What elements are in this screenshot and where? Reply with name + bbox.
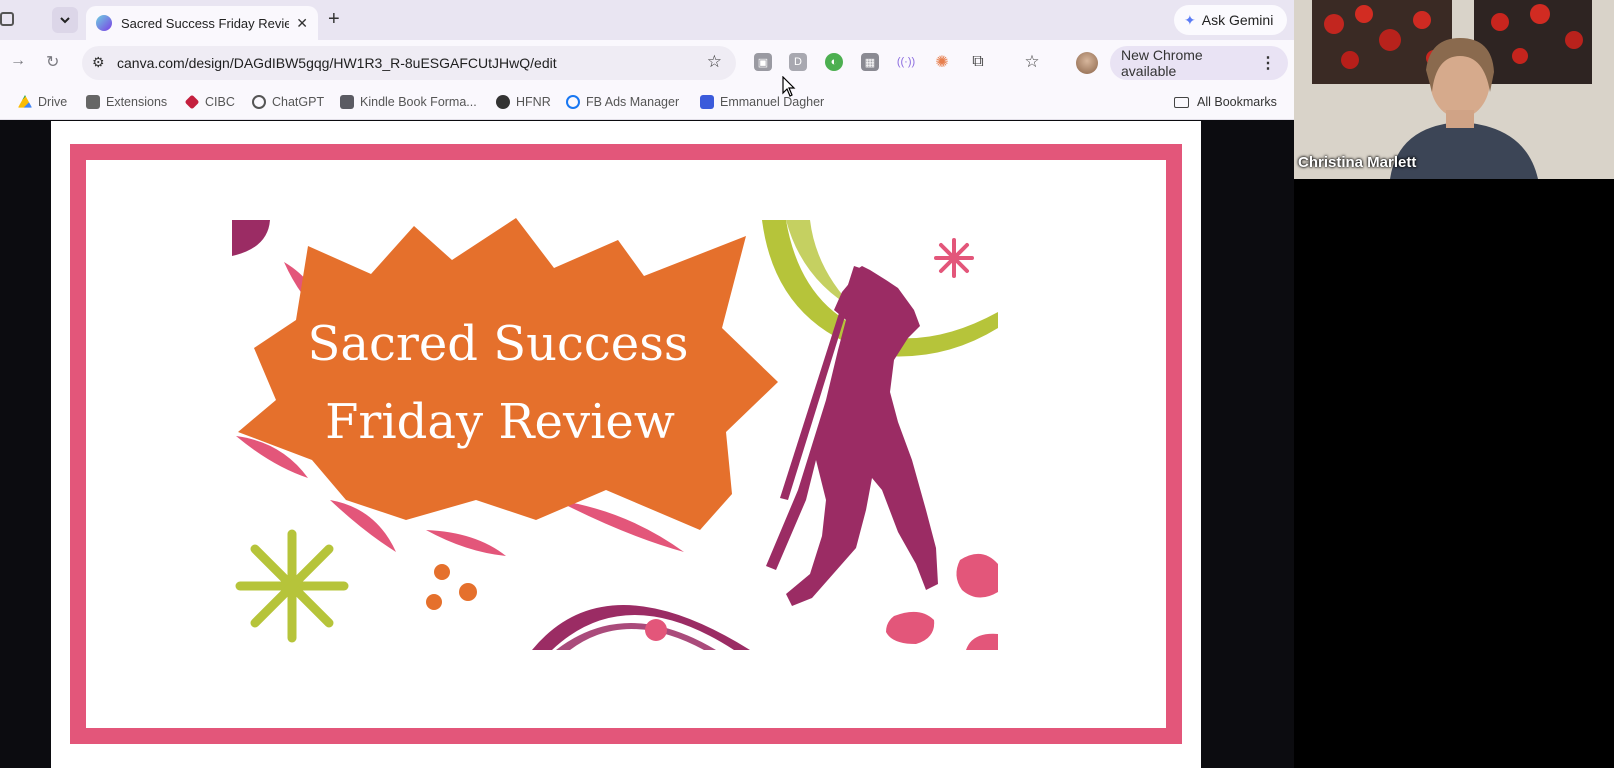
tab-close-icon[interactable]: ✕ xyxy=(296,15,308,32)
orange-burst-shape xyxy=(238,218,778,530)
forward-icon[interactable]: → xyxy=(10,52,26,70)
new-chrome-available-button[interactable]: New Chrome available ⋮ xyxy=(1110,46,1288,80)
browser-window: Sacred Success Friday Review ✕ + ✦ Ask G… xyxy=(0,0,1294,768)
bookmark-kindle[interactable]: Kindle Book Forma... xyxy=(340,95,477,109)
participant-name-label: Christina Marlett xyxy=(1298,154,1417,171)
pink-blob xyxy=(956,553,998,598)
tab-search-button[interactable] xyxy=(52,7,78,33)
ask-gemini-label: Ask Gemini xyxy=(1201,12,1274,28)
profile-avatar[interactable] xyxy=(1076,52,1098,74)
globe-icon xyxy=(496,95,510,109)
extension-compass-icon[interactable]: ◐ xyxy=(825,53,843,71)
drive-icon xyxy=(18,95,32,108)
all-bookmarks-label: All Bookmarks xyxy=(1197,95,1277,109)
new-chrome-label: New Chrome available xyxy=(1121,47,1203,79)
bookmark-label: FB Ads Manager xyxy=(586,95,680,109)
slide-inner: Sacred Success Friday Review xyxy=(86,160,1166,728)
slide-artwork: Sacred Success Friday Review xyxy=(232,218,998,650)
pink-asterisk-icon xyxy=(934,238,974,278)
extensions-puzzle-icon[interactable]: ⧉ xyxy=(969,53,987,71)
window-icon[interactable] xyxy=(0,12,14,26)
pink-dot xyxy=(645,619,667,641)
bookmark-label: CIBC xyxy=(205,95,235,109)
orange-dot xyxy=(426,594,442,610)
bookmark-fb-ads[interactable]: FB Ads Manager xyxy=(566,95,679,109)
orange-dot xyxy=(459,583,477,601)
tab-strip: Sacred Success Friday Review ✕ + ✦ Ask G… xyxy=(0,0,1294,40)
bookmark-label: Kindle Book Forma... xyxy=(360,95,477,109)
participant-video[interactable] xyxy=(1294,0,1614,179)
slide-frame[interactable]: Sacred Success Friday Review xyxy=(70,144,1182,744)
meeting-sidebar xyxy=(1294,179,1614,768)
kajabi-icon xyxy=(700,95,714,109)
chatgpt-icon xyxy=(252,95,266,109)
slide-title-line1: Sacred Success xyxy=(308,316,689,372)
bookmark-chatgpt[interactable]: ChatGPT xyxy=(252,95,324,109)
bookmark-label: Drive xyxy=(38,95,68,109)
browser-toolbar: → ↻ ⚙ canva.com/design/DAGdIBW5gqg/HW1R3… xyxy=(0,40,1294,86)
site-settings-icon[interactable]: ⚙ xyxy=(92,54,105,71)
folder-icon xyxy=(1174,96,1189,108)
bookmark-emmanuel[interactable]: Emmanuel Dagher xyxy=(700,95,824,109)
video-feed xyxy=(1294,0,1614,179)
address-bar[interactable]: ⚙ canva.com/design/DAGdIBW5gqg/HW1R3_R-8… xyxy=(82,46,736,80)
magenta-corner-shape xyxy=(232,220,270,256)
bookmark-drive[interactable]: Drive xyxy=(18,95,67,109)
bookmark-hfnr[interactable]: HFNR xyxy=(496,95,551,109)
ask-gemini-button[interactable]: ✦ Ask Gemini xyxy=(1174,5,1288,35)
tab-title: Sacred Success Friday Review xyxy=(121,15,289,31)
more-options-icon[interactable]: ⋮ xyxy=(1260,53,1276,73)
new-tab-button[interactable]: + xyxy=(328,8,340,31)
extension-broadcast-icon[interactable]: ((·)) xyxy=(897,53,915,71)
pink-blob xyxy=(966,633,998,650)
bookmark-extensions[interactable]: Extensions xyxy=(86,95,167,109)
reload-icon[interactable]: ↻ xyxy=(46,52,59,72)
canva-favicon-icon xyxy=(96,15,112,31)
lime-asterisk-icon xyxy=(235,529,349,643)
bookmark-label: ChatGPT xyxy=(272,95,325,109)
extension-qr-icon[interactable]: ▦ xyxy=(861,53,879,71)
orange-dot xyxy=(434,564,450,580)
cibc-icon xyxy=(184,94,200,110)
reading-list-star-icon[interactable]: ☆ xyxy=(1023,52,1041,71)
bookmark-label: HFNR xyxy=(516,95,551,109)
extension-d-icon[interactable]: D xyxy=(789,53,807,71)
chevron-down-icon xyxy=(60,17,70,24)
all-bookmarks-button[interactable]: All Bookmarks xyxy=(1174,95,1277,109)
tab-canva[interactable]: Sacred Success Friday Review ✕ xyxy=(86,6,318,40)
bookmark-star-icon[interactable]: ☆ xyxy=(707,52,722,72)
kindle-icon xyxy=(340,95,354,109)
screen: Sacred Success Friday Review ✕ + ✦ Ask G… xyxy=(0,0,1614,768)
extension-sun-icon[interactable]: ✺ xyxy=(933,53,951,71)
extension-screenshot-icon[interactable]: ▣ xyxy=(754,53,772,71)
bookmark-label: Emmanuel Dagher xyxy=(720,95,825,109)
bookmark-label: Extensions xyxy=(106,95,168,109)
bookmarks-bar: Drive Extensions CIBC ChatGPT Kindle Boo… xyxy=(0,86,1294,120)
gemini-spark-icon: ✦ xyxy=(1184,11,1196,28)
slide-title-line2: Friday Review xyxy=(325,394,675,450)
puzzle-icon xyxy=(86,95,100,109)
warrior-silhouette xyxy=(766,266,938,606)
url-text[interactable]: canva.com/design/DAGdIBW5gqg/HW1R3_R-8uE… xyxy=(117,55,557,71)
bookmark-cibc[interactable]: CIBC xyxy=(184,94,235,110)
pink-streak xyxy=(426,530,506,556)
mouse-cursor-icon xyxy=(782,76,796,97)
pink-blob xyxy=(886,611,935,644)
meta-icon xyxy=(566,95,580,109)
